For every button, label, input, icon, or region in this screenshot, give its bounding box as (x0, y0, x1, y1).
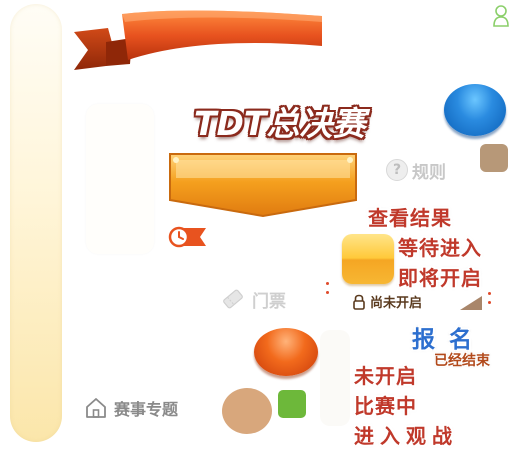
yellow-square-button[interactable] (342, 234, 394, 284)
orange-banner-plate (169, 153, 357, 218)
view-results-label: 查看结果 (368, 206, 452, 230)
event-topic-button[interactable]: 赛事专题 (84, 394, 214, 422)
clock-icon (168, 226, 206, 248)
in-match-label: 比赛中 (354, 394, 417, 418)
marker-dot (326, 282, 329, 285)
home-icon (86, 398, 106, 418)
ticket-button[interactable]: 门票 (220, 284, 304, 314)
tan-circle (222, 388, 272, 434)
enter-watch-button[interactable]: 进入观战 (354, 420, 458, 449)
left-cream-bar (10, 4, 62, 442)
brown-square-tile (480, 144, 508, 172)
green-square-tile (278, 390, 306, 418)
ticket-icon (223, 289, 243, 309)
lock-icon (353, 294, 365, 310)
orange-oval-button[interactable] (254, 328, 318, 376)
event-topic-label: 赛事专题 (114, 400, 179, 419)
page-title: TDT总决赛 (194, 104, 366, 143)
opening-soon-label: 即将开启 (398, 266, 482, 290)
rules-button[interactable]: ? 规则 (386, 156, 462, 184)
corner-triangle (460, 296, 482, 310)
ribbon-banner (74, 10, 322, 70)
marker-dot (488, 292, 491, 295)
faint-panel (86, 104, 154, 254)
marker-dot (488, 301, 491, 304)
not-open-lock-badge: 尚未开启 (352, 292, 422, 311)
blue-oval-button[interactable] (444, 84, 506, 136)
faint-panel-small (320, 330, 350, 426)
not-open-label: 未开启 (354, 364, 417, 388)
waiting-label: 等待进入 (398, 236, 482, 260)
register-button[interactable]: 报名 (412, 320, 486, 354)
not-open-lock-label: 尚未开启 (370, 296, 423, 311)
ended-label: 已经结束 (434, 353, 490, 369)
marker-dot (326, 291, 329, 294)
person-icon (493, 5, 509, 27)
question-icon: ? (386, 159, 408, 181)
rules-label: 规则 (412, 162, 446, 183)
ticket-label: 门票 (252, 291, 286, 312)
